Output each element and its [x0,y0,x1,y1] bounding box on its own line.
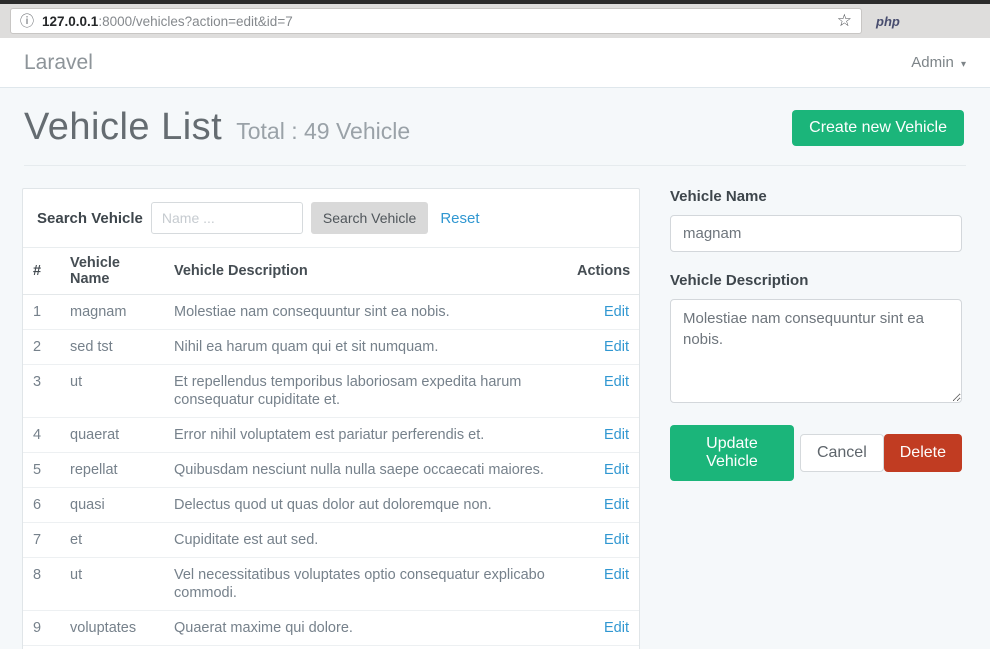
row-description: Error dolore sint autem harum reprehende… [164,646,567,649]
col-header-id: # [23,248,60,295]
row-description: Vel necessitatibus voluptates optio cons… [164,558,567,611]
total-count-label: Total : 49 Vehicle [236,118,410,145]
row-description: Nihil ea harum quam qui et sit numquam. [164,330,567,365]
vehicle-table-body: 1 magnam Molestiae nam consequuntur sint… [23,295,639,649]
edit-link[interactable]: Edit [604,620,629,636]
browser-chrome: ⓘ 127.0.0.1 :8000/vehicles?action=edit&i… [0,0,990,38]
row-description: Quaerat maxime qui dolore. [164,611,567,646]
php-extension-icon[interactable]: php [876,14,900,29]
form-buttons: Update Vehicle Cancel Delete [670,425,962,481]
chevron-down-icon: ▾ [961,59,966,70]
col-header-name: Vehicle Name [60,248,164,295]
update-vehicle-button[interactable]: Update Vehicle [670,425,794,481]
table-row: 3 ut Et repellendus temporibus laboriosa… [23,365,639,418]
row-name: et [60,523,164,558]
search-form: Search Vehicle Search Vehicle Reset [23,189,639,247]
table-row: 10 eum Error dolore sint autem harum rep… [23,646,639,649]
vehicle-name-input[interactable] [670,215,962,252]
title-group: Vehicle List Total : 49 Vehicle [24,106,410,149]
row-name: quaerat [60,418,164,453]
vehicle-list-card: Search Vehicle Search Vehicle Reset # Ve… [22,188,640,649]
edit-link[interactable]: Edit [604,374,629,390]
row-name: repellat [60,453,164,488]
table-row: 5 repellat Quibusdam nesciunt nulla null… [23,453,639,488]
row-id: 8 [23,558,60,611]
edit-vehicle-form: Vehicle Name Vehicle Description Molesti… [670,188,962,481]
user-dropdown[interactable]: Admin ▾ [911,54,966,71]
row-name: ut [60,365,164,418]
row-description: Et repellendus temporibus laboriosam exp… [164,365,567,418]
navbar: Laravel Admin ▾ [0,38,990,88]
col-header-description: Vehicle Description [164,248,567,295]
edit-link[interactable]: Edit [604,339,629,355]
cancel-button[interactable]: Cancel [800,434,884,472]
table-row: 9 voluptates Quaerat maxime qui dolore. … [23,611,639,646]
row-description: Delectus quod ut quas dolor aut doloremq… [164,488,567,523]
col-header-actions: Actions [567,248,639,295]
user-dropdown-label: Admin [911,54,954,71]
table-row: 8 ut Vel necessitatibus voluptates optio… [23,558,639,611]
row-id: 7 [23,523,60,558]
page-header: Vehicle List Total : 49 Vehicle Create n… [0,88,990,149]
brand-link[interactable]: Laravel [24,51,93,75]
row-id: 2 [23,330,60,365]
reset-link[interactable]: Reset [440,210,479,227]
row-description: Molestiae nam consequuntur sint ea nobis… [164,295,567,330]
header-divider [24,165,966,166]
url-host: 127.0.0.1 [42,14,98,29]
create-vehicle-button[interactable]: Create new Vehicle [792,110,964,146]
row-name: magnam [60,295,164,330]
page-info-icon[interactable]: ⓘ [20,11,34,31]
url-path: :8000/vehicles?action=edit&id=7 [98,14,292,29]
edit-link[interactable]: Edit [604,497,629,513]
edit-link[interactable]: Edit [604,427,629,443]
table-header-row: # Vehicle Name Vehicle Description Actio… [23,248,639,295]
row-description: Cupiditate est aut sed. [164,523,567,558]
row-name: ut [60,558,164,611]
row-id: 3 [23,365,60,418]
row-description: Error nihil voluptatem est pariatur perf… [164,418,567,453]
row-id: 9 [23,611,60,646]
table-row: 6 quasi Delectus quod ut quas dolor aut … [23,488,639,523]
row-name: quasi [60,488,164,523]
table-row: 1 magnam Molestiae nam consequuntur sint… [23,295,639,330]
row-id: 1 [23,295,60,330]
search-input[interactable] [151,202,303,234]
bookmark-star-icon[interactable]: ☆ [837,11,852,31]
page-title: Vehicle List [24,106,222,149]
edit-link[interactable]: Edit [604,532,629,548]
row-id: 6 [23,488,60,523]
row-id: 5 [23,453,60,488]
vehicle-description-textarea[interactable]: Molestiae nam consequuntur sint ea nobis… [670,299,962,403]
vehicle-name-label: Vehicle Name [670,188,962,205]
search-button[interactable]: Search Vehicle [311,202,428,234]
edit-link[interactable]: Edit [604,304,629,320]
edit-link[interactable]: Edit [604,462,629,478]
delete-button[interactable]: Delete [884,434,962,472]
row-id: 4 [23,418,60,453]
table-row: 4 quaerat Error nihil voluptatem est par… [23,418,639,453]
row-name: voluptates [60,611,164,646]
row-id: 10 [23,646,60,649]
vehicle-description-label: Vehicle Description [670,272,962,289]
search-label: Search Vehicle [37,210,143,227]
url-bar[interactable]: ⓘ 127.0.0.1 :8000/vehicles?action=edit&i… [10,8,862,34]
row-name: sed tst [60,330,164,365]
page: ⓘ 127.0.0.1 :8000/vehicles?action=edit&i… [0,0,990,649]
row-description: Quibusdam nesciunt nulla nulla saepe occ… [164,453,567,488]
row-name: eum [60,646,164,649]
table-row: 2 sed tst Nihil ea harum quam qui et sit… [23,330,639,365]
edit-link[interactable]: Edit [604,567,629,583]
vehicle-table: # Vehicle Name Vehicle Description Actio… [23,247,639,649]
main-content: Search Vehicle Search Vehicle Reset # Ve… [0,188,990,649]
table-row: 7 et Cupiditate est aut sed. Edit [23,523,639,558]
